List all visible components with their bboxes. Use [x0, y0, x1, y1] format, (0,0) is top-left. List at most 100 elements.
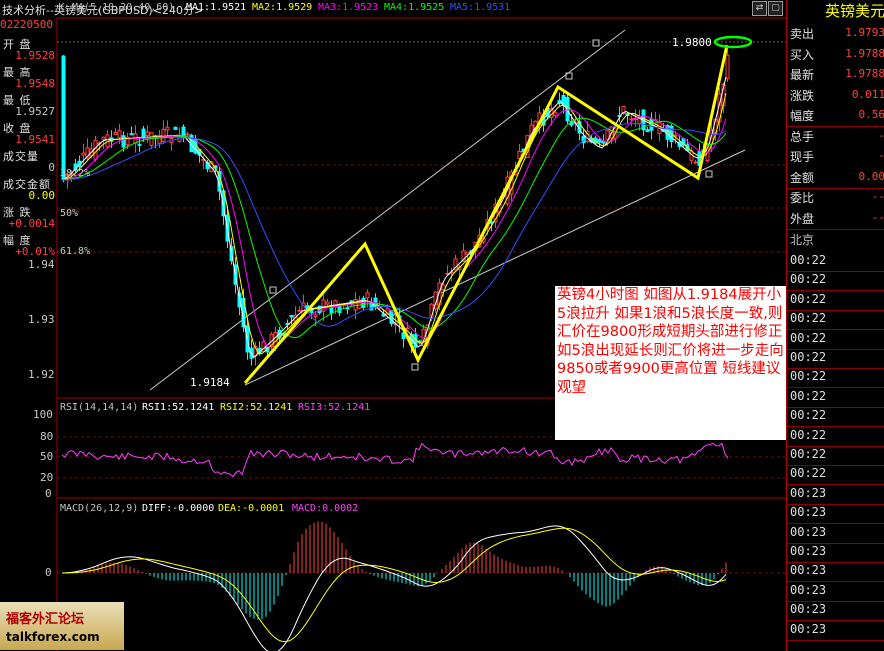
candle-body [113, 132, 118, 135]
quote-label: 幅度 [790, 109, 815, 123]
rsi-tick: 50 [40, 450, 54, 463]
quote-label: 买入 [790, 47, 815, 62]
quote-value: -- [871, 190, 884, 203]
macd-params: MACD(26,12,9) [60, 503, 139, 514]
candle-body [61, 55, 66, 181]
quote-label: 最新 [790, 68, 815, 82]
candle-body [601, 140, 606, 144]
quote-label: 涨跌 [790, 88, 815, 103]
candle-body [693, 161, 698, 164]
quote-value: -- [871, 210, 884, 224]
rsi-tick: 0 [45, 487, 52, 500]
high-price-label: 1.9800 [672, 36, 712, 49]
candle-body [137, 143, 142, 146]
rsi-params: RSI(14,14,14) [60, 402, 139, 413]
watermark-title: 福客外汇论坛 [6, 612, 85, 627]
tick-time: 00:23 [790, 602, 827, 617]
quote-value: 0.56 [858, 108, 884, 121]
tick-time: 00:22 [790, 447, 827, 461]
tick-time: 00:22 [790, 350, 827, 364]
macd-dea-label: DEA:-0.0001 [218, 503, 285, 514]
candle-body [129, 133, 134, 136]
candle-body [353, 298, 358, 311]
candle-body [101, 136, 106, 140]
tick-time: 00:22 [790, 291, 827, 306]
tick-time: 00:22 [790, 330, 827, 345]
tick-time: 00:22 [790, 408, 827, 423]
price-tick: 1.94 [28, 258, 55, 271]
rsi-tick: 20 [40, 471, 54, 484]
macd-value-label: MACD:0.0002 [292, 503, 359, 514]
rsi-line [61, 442, 729, 478]
candle-body [313, 314, 318, 318]
quote-value: - [878, 149, 884, 162]
tick-time: 00:23 [790, 544, 827, 558]
tick-time: 00:22 [790, 427, 827, 442]
tick-time: 00:23 [790, 485, 827, 500]
candle-body [173, 126, 178, 130]
divider [787, 639, 884, 641]
region-label: 北京 [790, 233, 815, 247]
rsi3-label: RSI3:52.1241 [298, 402, 371, 413]
candle-body [405, 327, 410, 330]
forum-watermark: 福客外汇论坛 talkforex.com [0, 602, 124, 650]
quote-label: 卖出 [790, 27, 815, 41]
rsi2-label: RSI2:52.1241 [220, 402, 293, 413]
analysis-annotation: 英镑4小时图 如图从1.9184展开小5浪拉升 如果1浪和5浪长度一致,则汇价在… [555, 286, 786, 440]
tick-time: 00:22 [790, 466, 827, 481]
macd-histogram [65, 521, 727, 620]
candle-body [489, 221, 494, 224]
quote-value: 1.9793 [845, 26, 884, 39]
quote-label: 外盘 [790, 211, 815, 226]
candle-body [725, 54, 730, 79]
rsi-tick: 100 [33, 408, 53, 421]
watermark-url: talkforex.com [6, 630, 100, 644]
candle-body [365, 292, 370, 299]
tick-time: 00:23 [790, 524, 827, 539]
candle-body [597, 139, 602, 143]
quote-label: 现手 [790, 150, 815, 164]
symbol-title: 英镑美元 [824, 2, 884, 20]
quote-label: 金额 [790, 170, 815, 185]
tick-time: 00:22 [790, 369, 827, 384]
candle-body [329, 307, 334, 314]
tick-time: 00:22 [790, 272, 827, 287]
candle-body [325, 301, 330, 305]
fib-label: 61.8% [60, 246, 91, 257]
quote-label: 委比 [790, 191, 815, 205]
fib-label: 50% [60, 208, 79, 219]
rsi1-label: RSI1:52.1241 [142, 402, 215, 413]
rsi-tick: 80 [40, 430, 54, 443]
macd-zero-tick: 0 [45, 566, 52, 579]
candle-body [145, 131, 150, 136]
fib-label: 38.2% [60, 168, 91, 179]
quote-value: 0.011 [851, 87, 884, 101]
tick-time: 00:23 [790, 582, 827, 597]
price-tick: 1.92 [28, 368, 55, 381]
candle-body [645, 129, 650, 133]
quote-value: 1.9788 [845, 67, 884, 80]
candle-body [121, 135, 126, 148]
candle-body [81, 152, 86, 156]
tick-time: 00:23 [790, 505, 827, 520]
quote-panel: 英镑美元 卖出 1.9793 买入 1.9788 最新 1.9788 涨跌 0.011 幅度 0.… [786, 0, 884, 651]
quote-value: - [878, 129, 884, 142]
candle-body [629, 118, 634, 121]
low-price-label: 1.9184 [190, 376, 230, 389]
candle-body [93, 139, 98, 160]
quote-value: 1.9788 [845, 46, 884, 60]
tick-time: 00:22 [790, 311, 827, 326]
price-tick: 1.93 [28, 313, 55, 326]
quote-value: 0.00 [858, 169, 884, 183]
divider [787, 228, 884, 230]
macd-diff-label: DIFF:-0.0000 [142, 503, 215, 514]
tick-time: 00:23 [790, 563, 827, 578]
price-grid [57, 164, 786, 253]
candle-body [161, 128, 166, 143]
tick-time: 00:22 [790, 388, 827, 403]
candle-body [185, 133, 190, 136]
candle-body [117, 130, 122, 139]
candle-body [297, 309, 302, 312]
candle-body [165, 126, 170, 131]
tick-time: 00:22 [790, 253, 827, 267]
